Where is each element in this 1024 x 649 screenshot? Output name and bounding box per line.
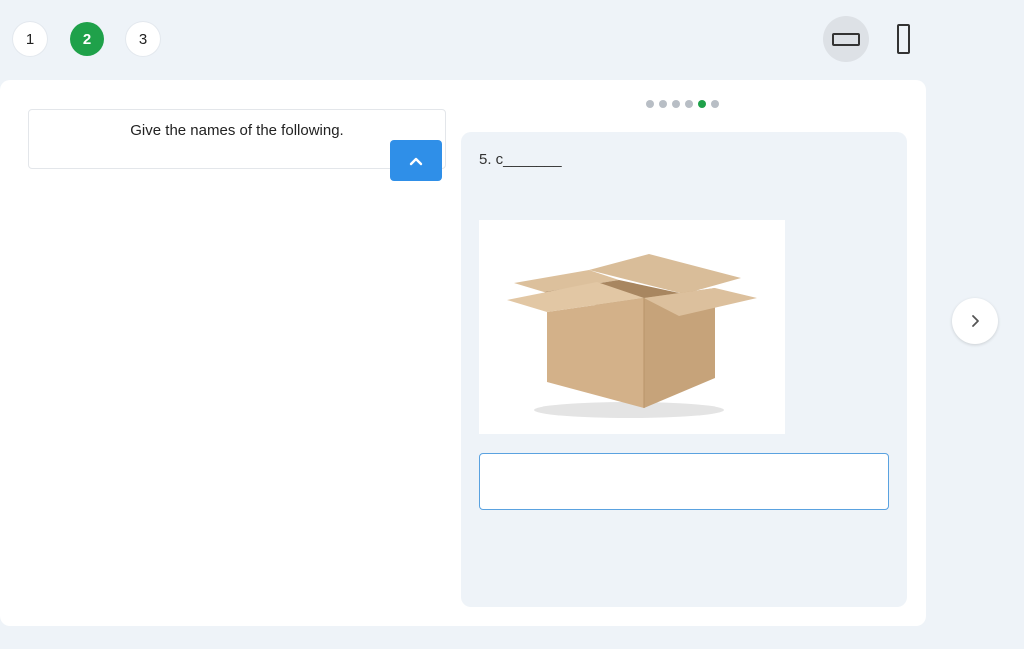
landscape-view-button[interactable]	[823, 16, 869, 62]
question-panel: 5. c_______	[461, 132, 907, 607]
progress-dot	[646, 100, 654, 108]
question-card: Give the names of the following. 5. c___…	[0, 80, 926, 626]
collapse-instruction-button[interactable]	[390, 140, 442, 181]
step-2-button[interactable]: 2	[70, 22, 104, 56]
portrait-view-icon	[896, 24, 910, 54]
progress-dot	[672, 100, 680, 108]
instruction-box: Give the names of the following.	[28, 109, 446, 169]
progress-dot-current	[698, 100, 706, 108]
instruction-text: Give the names of the following.	[130, 122, 344, 139]
cardboard-box-image	[479, 220, 785, 434]
progress-dots	[646, 100, 719, 108]
next-question-button[interactable]	[952, 298, 998, 344]
question-text: 5. c_______	[479, 151, 562, 168]
chevron-right-icon	[972, 315, 979, 327]
answer-input[interactable]	[479, 453, 889, 510]
step-3-button[interactable]: 3	[126, 22, 160, 56]
progress-dot	[711, 100, 719, 108]
landscape-view-icon	[832, 32, 860, 46]
chevron-up-icon	[409, 157, 423, 165]
progress-dot	[659, 100, 667, 108]
progress-dot	[685, 100, 693, 108]
step-1-button[interactable]: 1	[13, 22, 47, 56]
portrait-view-button[interactable]	[880, 16, 926, 62]
